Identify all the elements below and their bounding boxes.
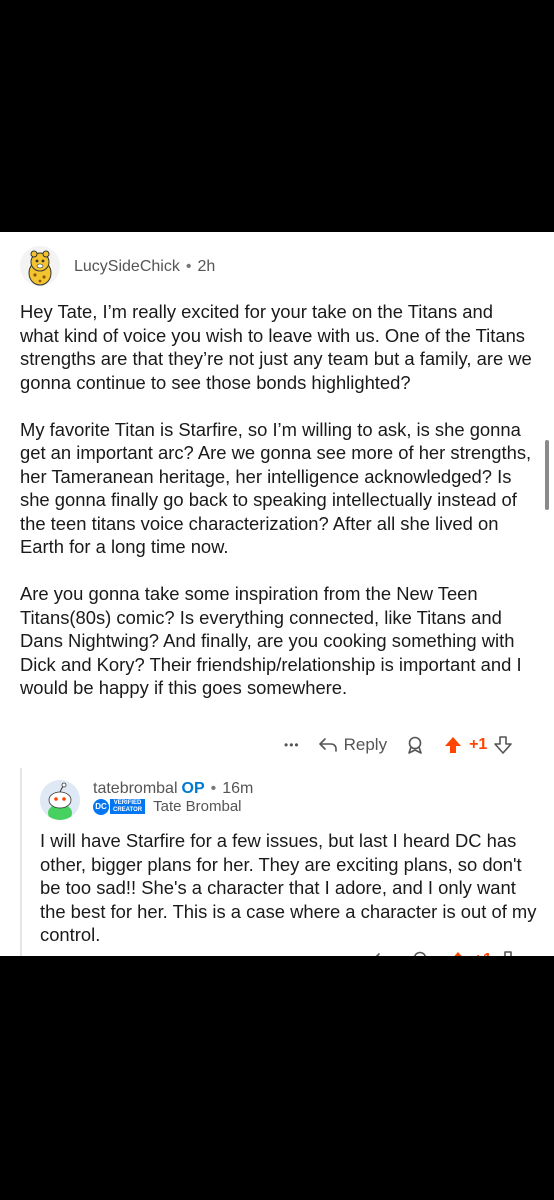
reply-icon (318, 738, 337, 752)
op-badge: OP (181, 780, 205, 797)
timestamp: 2h (197, 258, 216, 275)
more-icon: ••• (338, 953, 354, 956)
comment-panel: LucySideChick • 2h Hey Tate, I’m really ex… (0, 232, 554, 956)
award-button[interactable] (410, 950, 430, 956)
thread-line[interactable] (20, 768, 22, 956)
reply-button[interactable] (372, 952, 392, 956)
badge-line-2: CREATOR (113, 806, 143, 813)
upvote-icon[interactable] (443, 735, 463, 755)
separator-dot: • (185, 258, 192, 275)
award-icon (408, 736, 422, 754)
separator-dot: • (210, 780, 217, 797)
reply-button[interactable]: Reply (318, 735, 387, 755)
reply-body: I will have Starfire for a few issues, b… (40, 830, 537, 945)
reply-label: Reply (343, 735, 388, 754)
reply-author-line: tatebrombal OP • 16m (93, 780, 253, 798)
vote-score: +1 (474, 951, 492, 956)
username[interactable]: LucySideChick (74, 258, 180, 275)
vote-controls: +1 (443, 735, 513, 755)
timestamp: 16m (222, 780, 254, 797)
reply-user-avatar[interactable] (40, 780, 80, 820)
comment-body: Hey Tate, I’m really excited for your ta… (20, 300, 535, 723)
more-icon: ••• (284, 738, 300, 752)
upvote-icon[interactable] (448, 950, 468, 956)
reply-icon (375, 953, 380, 956)
more-options-button[interactable]: ••• (284, 738, 300, 752)
scrollbar[interactable] (545, 440, 549, 510)
comment-paragraph: My favorite Titan is Starfire, so I’m wi… (20, 418, 532, 558)
comment-actions: ••• Reply +1 (284, 735, 513, 755)
dc-logo-icon: DC (93, 798, 109, 815)
comment-author-line: LucySideChick • 2h (74, 258, 215, 276)
verified-creator-label: VERIFIED CREATOR (110, 799, 146, 814)
dc-verified-badge: DC VERIFIED CREATOR (93, 798, 146, 815)
user-avatar[interactable] (20, 246, 60, 286)
comment-paragraph: Hey Tate, I’m really excited for your ta… (20, 301, 532, 393)
award-icon (413, 951, 426, 956)
badge-line-1: VERIFIED (113, 800, 142, 806)
downvote-icon[interactable] (498, 950, 518, 956)
vote-score: +1 (469, 736, 488, 753)
username[interactable]: tatebrombal (93, 780, 178, 797)
reply-actions: ••• +1 (338, 950, 518, 956)
more-options-button[interactable]: ••• (338, 953, 354, 956)
award-button[interactable] (405, 735, 425, 755)
user-flair: DC VERIFIED CREATOR Tate Brombal (93, 798, 242, 815)
vote-controls: +1 (448, 950, 518, 956)
flair-text: Tate Brombal (153, 798, 242, 815)
downvote-icon[interactable] (493, 735, 513, 755)
comment-paragraph: Are you gonna take some inspiration from… (20, 583, 522, 698)
